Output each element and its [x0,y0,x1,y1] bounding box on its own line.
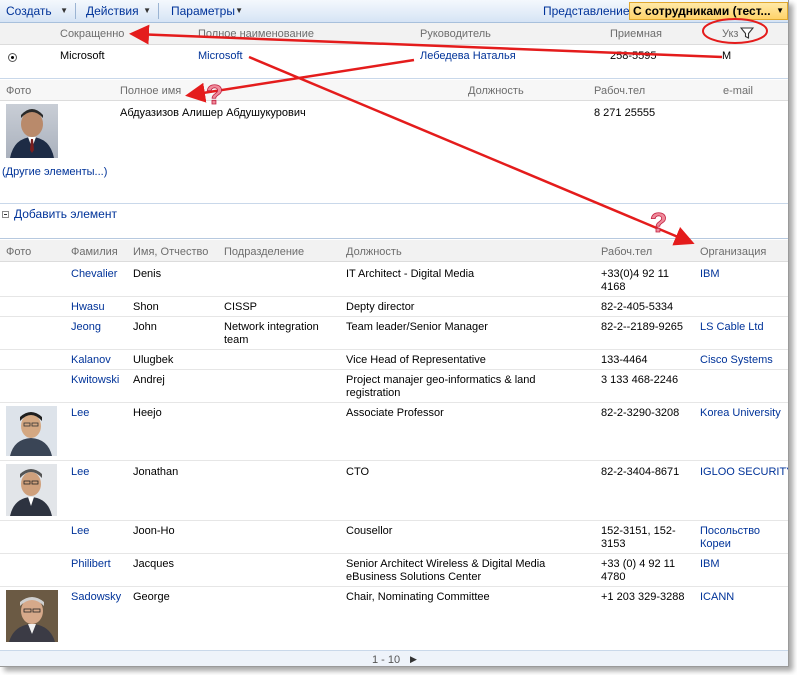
annotation-overlay: ? ? [129,18,768,246]
annotation-arrow [248,55,695,246]
question-mark-annotation: ? [650,207,667,238]
question-mark-annotation: ? [206,79,223,110]
annotation-arrow [129,24,723,59]
annotation-arrow [185,58,415,103]
sharepoint-list-window: Создать ▼ Действия ▼ Параметры ▼ Предста… [0,0,789,667]
highlight-circle [702,18,768,44]
